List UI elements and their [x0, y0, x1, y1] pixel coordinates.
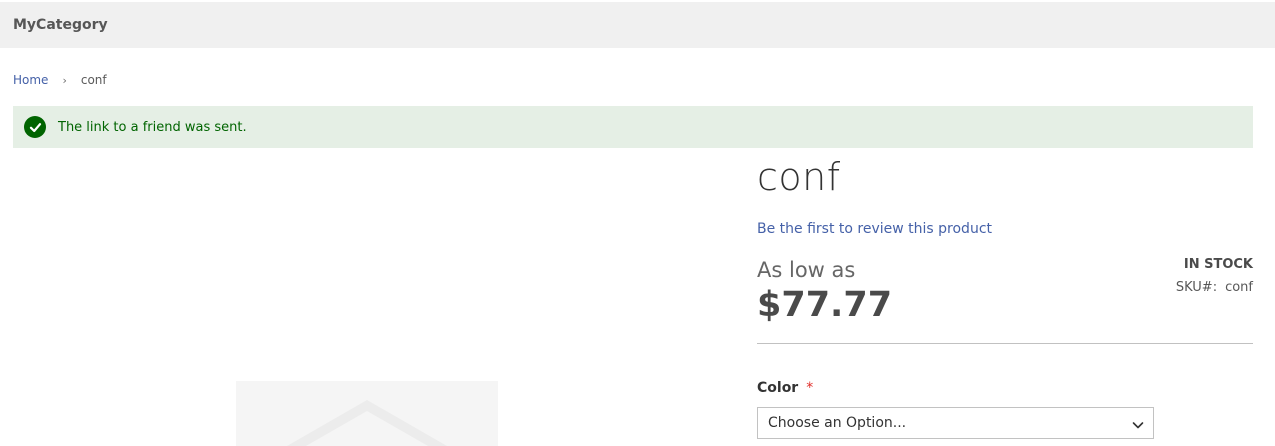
check-circle-icon: [24, 116, 46, 138]
chevron-right-icon: ›: [62, 73, 67, 87]
success-message-text: The link to a friend was sent.: [58, 119, 247, 135]
product-title: conf: [757, 155, 841, 199]
product-image-placeholder: [236, 381, 498, 446]
sku-label: SKU#:: [1175, 280, 1218, 295]
chevron-down-icon: [1131, 417, 1145, 436]
color-label-text: Color: [757, 380, 799, 396]
sku-value: conf: [1225, 280, 1253, 295]
add-review-link[interactable]: Be the first to review this product: [757, 221, 992, 237]
required-asterisk: *: [806, 380, 814, 396]
nav-item-mycategory[interactable]: MyCategory: [13, 17, 108, 33]
breadcrumb-home-link[interactable]: Home: [13, 73, 48, 87]
product-sku: SKU#: conf: [1176, 280, 1253, 295]
success-message: The link to a friend was sent.: [13, 106, 1253, 148]
breadcrumb: Home › conf: [13, 73, 107, 87]
price-label: As low as: [757, 258, 856, 282]
top-navigation: MyCategory: [0, 2, 1275, 48]
product-price: $77.77: [757, 285, 893, 325]
color-select-value: Choose an Option...: [768, 415, 907, 431]
color-option-label: Color *: [757, 380, 813, 396]
breadcrumb-current: conf: [80, 73, 107, 87]
image-placeholder-icon: [287, 400, 447, 446]
divider: [757, 343, 1253, 344]
color-select[interactable]: Choose an Option...: [757, 407, 1154, 439]
stock-status: IN STOCK: [1183, 257, 1253, 272]
